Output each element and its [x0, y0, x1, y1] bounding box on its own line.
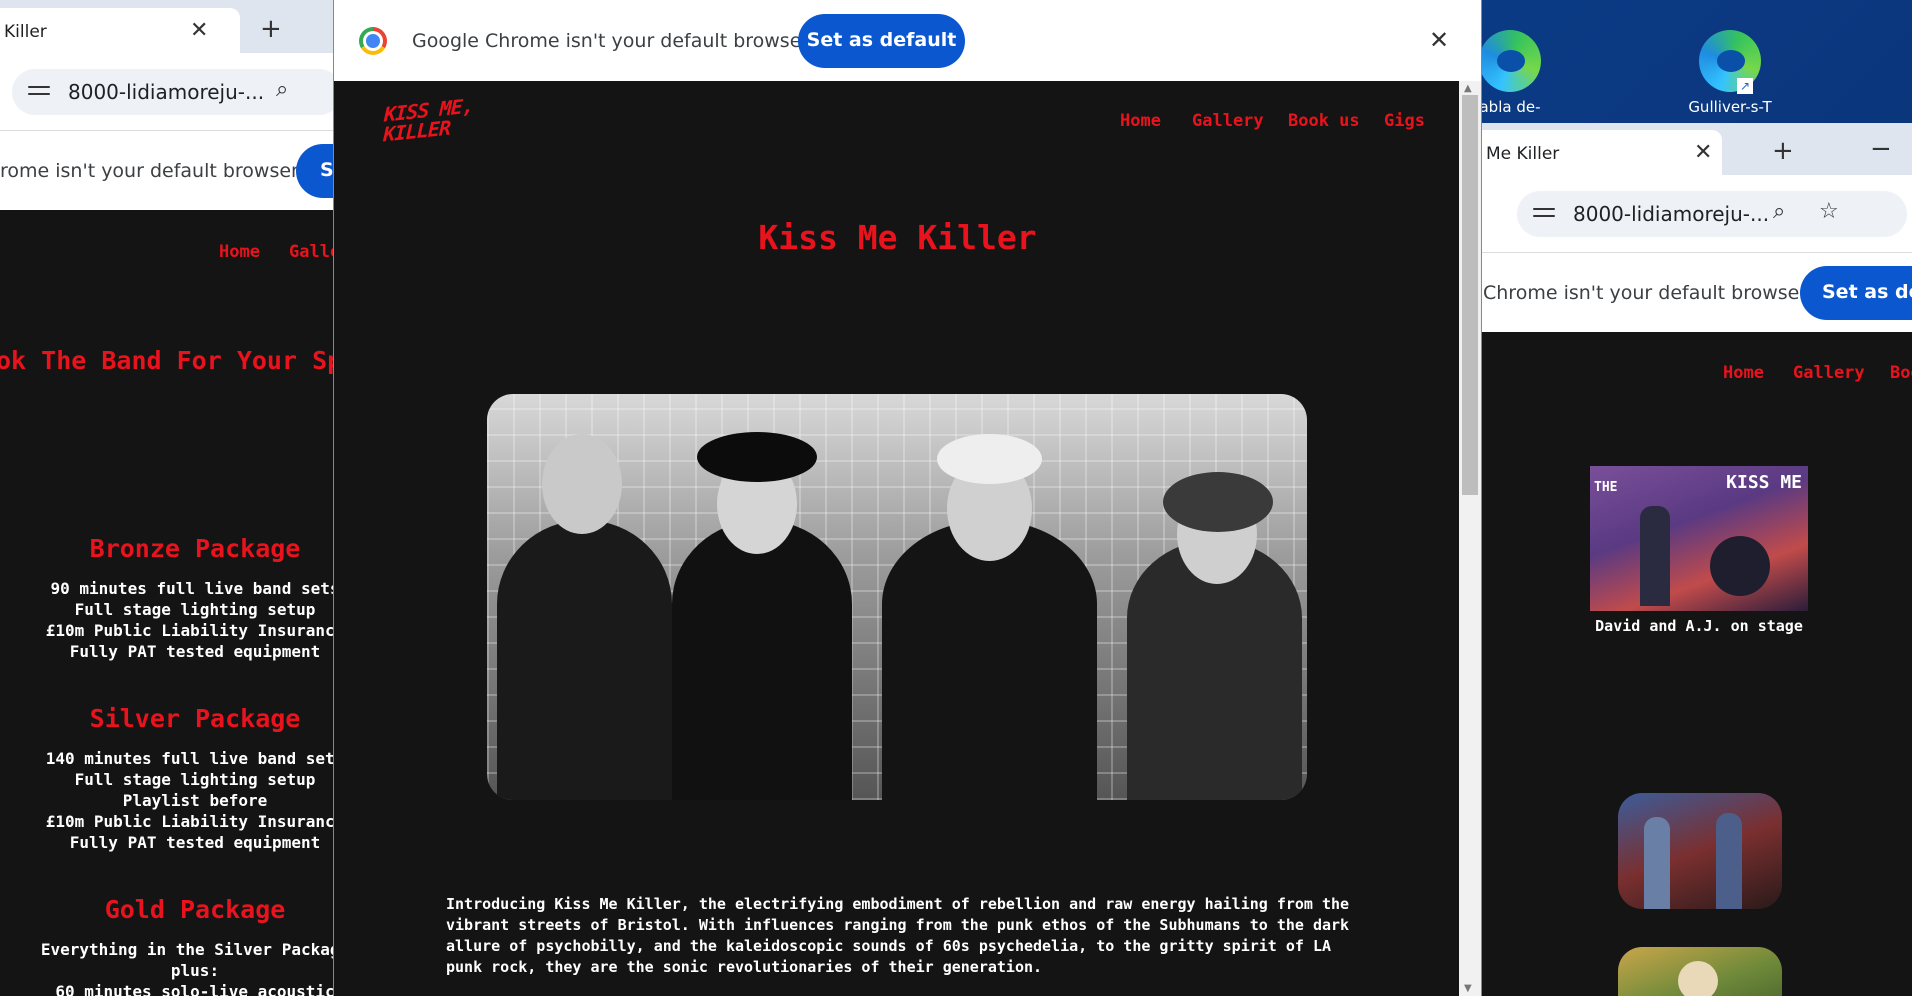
- nav-gallery-link[interactable]: Gallery: [1192, 111, 1264, 131]
- zoom-icon[interactable]: ⌕: [1773, 199, 1785, 224]
- browser-tab[interactable]: Me Killer ✕: [1482, 130, 1722, 175]
- desktop-shortcut[interactable]: ↗ Gulliver-s-T: [1675, 30, 1785, 116]
- minimize-icon[interactable]: −: [1870, 134, 1892, 164]
- package-title: Bronze Package: [89, 534, 301, 563]
- package-feature: Fully PAT tested equipment: [69, 642, 321, 661]
- nav-gallery-link[interactable]: Galle: [289, 242, 333, 262]
- package-feature: 140 minutes full live band sets: [45, 749, 333, 768]
- desktop-icon-label: Gulliver-s-T: [1688, 98, 1772, 116]
- infobar-text: Chrome isn't your default browser: [1483, 282, 1808, 304]
- address-bar: 8000-lidiamoreju-... ⌕ ☆: [1482, 175, 1912, 252]
- scroll-up-icon[interactable]: ▲: [1464, 83, 1472, 94]
- nav-home-link[interactable]: Home: [219, 242, 260, 262]
- band-logo[interactable]: KISS ME, KILLER: [383, 94, 474, 147]
- package-feature: Full stage lighting setup: [74, 600, 316, 619]
- package-feature: Everything in the Silver Package: [40, 940, 333, 959]
- page-heading: ok The Band For Your Speci: [0, 346, 333, 375]
- nav-book-link[interactable]: Boo: [1890, 363, 1912, 383]
- scroll-down-icon[interactable]: ▼: [1464, 983, 1472, 994]
- zoom-icon[interactable]: ⌕: [276, 77, 288, 102]
- default-browser-infobar: Google Chrome isn't your default browser…: [334, 0, 1481, 81]
- intro-paragraph: Introducing Kiss Me Killer, the electrif…: [446, 895, 1350, 976]
- package-feature: 90 minutes full live band sets: [50, 579, 334, 598]
- band-photo: [487, 394, 1307, 800]
- gallery-caption: David and A.J. on stage: [1595, 617, 1803, 635]
- package-feature: £10m Public Liability Insurance: [45, 621, 333, 640]
- omnibox[interactable]: 8000-lidiamoreju-... ⌕ ☆: [1517, 191, 1907, 237]
- infobar-text: Google Chrome isn't your default browser: [412, 30, 810, 52]
- edge-icon: [1479, 30, 1541, 92]
- package-feature: Fully PAT tested equipment: [69, 833, 321, 852]
- package-feature: plus:: [170, 961, 220, 980]
- set-default-button[interactable]: Set as default: [798, 14, 965, 68]
- infobar-text: rome isn't your default browser: [0, 160, 299, 182]
- package-feature: Playlist before: [122, 791, 268, 810]
- default-browser-infobar: Chrome isn't your default browser Set as…: [1482, 252, 1912, 332]
- site-settings-icon[interactable]: [28, 81, 50, 101]
- nav-book-us-link[interactable]: Book us: [1288, 111, 1360, 131]
- tab-title: Killer: [4, 22, 47, 42]
- address-bar: 8000-lidiamoreju-... ⌕: [0, 53, 333, 130]
- url-text: 8000-lidiamoreju-...: [1573, 202, 1770, 226]
- set-default-button[interactable]: Set as defa: [1800, 266, 1912, 320]
- edge-icon: ↗: [1699, 30, 1761, 94]
- new-tab-icon[interactable]: +: [1772, 136, 1794, 166]
- left-browser-window: Killer ✕ + 8000-lidiamoreju-... ⌕ rome i…: [0, 0, 333, 996]
- main-browser-window: Google Chrome isn't your default browser…: [333, 0, 1482, 996]
- browser-chrome: Killer ✕ + 8000-lidiamoreju-... ⌕ rome i…: [0, 0, 333, 210]
- chrome-logo-icon: [359, 27, 387, 55]
- site-settings-icon[interactable]: [1533, 203, 1555, 223]
- nav-gigs-link[interactable]: Gigs: [1384, 111, 1425, 131]
- gallery-image[interactable]: [1618, 947, 1782, 996]
- package-title: Silver Package: [89, 704, 301, 733]
- vertical-scrollbar[interactable]: ▲ ▼: [1459, 81, 1481, 996]
- url-text: 8000-lidiamoreju-...: [68, 80, 265, 104]
- default-browser-infobar: rome isn't your default browser S: [0, 130, 333, 210]
- package-feature: Full stage lighting setup: [74, 770, 316, 789]
- gallery-image[interactable]: [1618, 793, 1782, 909]
- scrollbar-thumb[interactable]: [1462, 95, 1478, 495]
- nav-home-link[interactable]: Home: [1120, 111, 1161, 131]
- page-title: Kiss Me Killer: [758, 218, 1037, 257]
- nav-gallery-link[interactable]: Gallery: [1793, 363, 1865, 383]
- new-tab-icon[interactable]: +: [260, 14, 282, 44]
- browser-chrome: Me Killer ✕ + − 8000-lidiamoreju-... ⌕ ☆…: [1482, 123, 1912, 332]
- set-default-button[interactable]: S: [296, 144, 333, 198]
- tab-title: Me Killer: [1486, 144, 1560, 164]
- bookmark-star-icon[interactable]: ☆: [1819, 199, 1839, 224]
- close-tab-icon[interactable]: ✕: [1694, 140, 1712, 165]
- right-browser-window: Me Killer ✕ + − 8000-lidiamoreju-... ⌕ ☆…: [1482, 123, 1912, 996]
- close-tab-icon[interactable]: ✕: [190, 18, 208, 43]
- shortcut-arrow-icon: ↗: [1737, 78, 1753, 94]
- package-title: Gold Package: [104, 895, 286, 924]
- close-infobar-icon[interactable]: ✕: [1429, 26, 1449, 54]
- nav-home-link[interactable]: Home: [1723, 363, 1764, 383]
- package-feature: £10m Public Liability Insurance: [45, 812, 333, 831]
- gallery-image[interactable]: KISS ME THE: [1590, 466, 1808, 611]
- browser-tab[interactable]: Killer ✕: [0, 8, 240, 53]
- gallery-image-banner-text: KISS ME: [1726, 472, 1802, 493]
- gallery-image-sign-text: THE: [1594, 480, 1618, 495]
- package-feature: 60 minutes solo-live acoustic: [55, 982, 333, 996]
- omnibox[interactable]: 8000-lidiamoreju-... ⌕: [12, 69, 333, 115]
